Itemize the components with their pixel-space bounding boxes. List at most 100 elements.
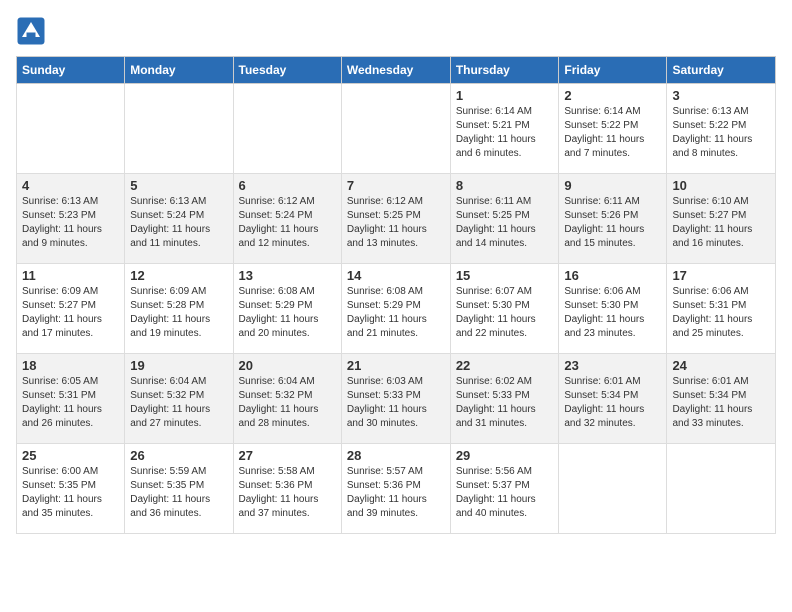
day-number: 20 [239,358,336,373]
day-number: 13 [239,268,336,283]
page-header [16,16,776,46]
day-header-sunday: Sunday [17,57,125,84]
day-number: 17 [672,268,770,283]
calendar-cell: 28 Sunrise: 5:57 AMSunset: 5:36 PMDayligh… [341,444,450,534]
calendar-cell: 19 Sunrise: 6:04 AMSunset: 5:32 PMDayligh… [125,354,233,444]
day-number: 2 [564,88,661,103]
day-number: 28 [347,448,445,463]
calendar-body: 1Sunrise: 6:14 AMSunset: 5:21 PMDaylight… [17,84,776,534]
day-number: 29 [456,448,554,463]
week-row-5: 25 Sunrise: 6:00 AMSunset: 5:35 PMDayligh… [17,444,776,534]
day-info: Sunrise: 6:05 AMSunset: 5:31 PMDaylight:… [22,375,119,431]
day-info: Sunrise: 6:11 AMSunset: 5:26 PMDaylight:… [564,195,661,251]
day-header-monday: Monday [125,57,233,84]
calendar-cell: 2 Sunrise: 6:14 AMSunset: 5:22 PMDaylight… [559,84,667,174]
day-number: 19 [130,358,227,373]
day-number: 7 [347,178,445,193]
calendar-cell: 8 Sunrise: 6:11 AMSunset: 5:25 PMDaylight… [450,174,559,264]
day-number: 12 [130,268,227,283]
day-number: 11 [22,268,119,283]
day-info: Sunrise: 6:13 AMSunset: 5:23 PMDaylight:… [22,195,119,251]
day-header-thursday: Thursday [450,57,559,84]
calendar-cell: 7 Sunrise: 6:12 AMSunset: 5:25 PMDaylight… [341,174,450,264]
day-number: 9 [564,178,661,193]
calendar-cell: 1Sunrise: 6:14 AMSunset: 5:21 PMDaylight… [450,84,559,174]
calendar-cell: 20 Sunrise: 6:04 AMSunset: 5:32 PMDayligh… [233,354,341,444]
day-info: Sunrise: 6:01 AMSunset: 5:34 PMDaylight:… [672,375,770,431]
day-number: 26 [130,448,227,463]
calendar-cell [667,444,776,534]
day-info: Sunrise: 6:14 AMSunset: 5:21 PMDaylight:… [456,105,554,161]
calendar-cell: 22 Sunrise: 6:02 AMSunset: 5:33 PMDayligh… [450,354,559,444]
day-info: Sunrise: 6:13 AMSunset: 5:22 PMDaylight:… [672,105,770,161]
calendar-header: SundayMondayTuesdayWednesdayThursdayFrid… [17,57,776,84]
day-number: 21 [347,358,445,373]
calendar-cell: 12 Sunrise: 6:09 AMSunset: 5:28 PMDayligh… [125,264,233,354]
day-info: Sunrise: 6:08 AMSunset: 5:29 PMDaylight:… [347,285,445,341]
day-info: Sunrise: 6:01 AMSunset: 5:34 PMDaylight:… [564,375,661,431]
calendar-cell: 5 Sunrise: 6:13 AMSunset: 5:24 PMDaylight… [125,174,233,264]
day-info: Sunrise: 6:12 AMSunset: 5:25 PMDaylight:… [347,195,445,251]
day-number: 6 [239,178,336,193]
calendar-cell: 26 Sunrise: 5:59 AMSunset: 5:35 PMDayligh… [125,444,233,534]
day-number: 4 [22,178,119,193]
calendar-cell: 13 Sunrise: 6:08 AMSunset: 5:29 PMDayligh… [233,264,341,354]
calendar-cell [341,84,450,174]
day-number: 14 [347,268,445,283]
calendar-cell: 17 Sunrise: 6:06 AMSunset: 5:31 PMDayligh… [667,264,776,354]
calendar-cell [559,444,667,534]
day-info: Sunrise: 6:14 AMSunset: 5:22 PMDaylight:… [564,105,661,161]
calendar-cell: 11 Sunrise: 6:09 AMSunset: 5:27 PMDayligh… [17,264,125,354]
day-info: Sunrise: 6:11 AMSunset: 5:25 PMDaylight:… [456,195,554,251]
day-number: 25 [22,448,119,463]
day-number: 5 [130,178,227,193]
day-info: Sunrise: 5:58 AMSunset: 5:36 PMDaylight:… [239,465,336,521]
day-info: Sunrise: 6:12 AMSunset: 5:24 PMDaylight:… [239,195,336,251]
calendar-cell [233,84,341,174]
calendar-cell: 21 Sunrise: 6:03 AMSunset: 5:33 PMDayligh… [341,354,450,444]
day-info: Sunrise: 6:07 AMSunset: 5:30 PMDaylight:… [456,285,554,341]
header-row: SundayMondayTuesdayWednesdayThursdayFrid… [17,57,776,84]
day-info: Sunrise: 6:03 AMSunset: 5:33 PMDaylight:… [347,375,445,431]
calendar-cell: 18Sunrise: 6:05 AMSunset: 5:31 PMDayligh… [17,354,125,444]
day-number: 8 [456,178,554,193]
calendar-cell: 15Sunrise: 6:07 AMSunset: 5:30 PMDayligh… [450,264,559,354]
calendar-cell: 23 Sunrise: 6:01 AMSunset: 5:34 PMDayligh… [559,354,667,444]
day-number: 22 [456,358,554,373]
day-info: Sunrise: 6:02 AMSunset: 5:33 PMDaylight:… [456,375,554,431]
calendar-cell: 25 Sunrise: 6:00 AMSunset: 5:35 PMDayligh… [17,444,125,534]
day-info: Sunrise: 6:09 AMSunset: 5:28 PMDaylight:… [130,285,227,341]
calendar-cell: 29 Sunrise: 5:56 AMSunset: 5:37 PMDayligh… [450,444,559,534]
calendar-cell: 10Sunrise: 6:10 AMSunset: 5:27 PMDayligh… [667,174,776,264]
day-info: Sunrise: 6:13 AMSunset: 5:24 PMDaylight:… [130,195,227,251]
week-row-3: 11 Sunrise: 6:09 AMSunset: 5:27 PMDayligh… [17,264,776,354]
day-info: Sunrise: 6:04 AMSunset: 5:32 PMDaylight:… [130,375,227,431]
calendar-cell: 3 Sunrise: 6:13 AMSunset: 5:22 PMDaylight… [667,84,776,174]
calendar-cell [125,84,233,174]
day-number: 3 [672,88,770,103]
calendar-cell: 16Sunrise: 6:06 AMSunset: 5:30 PMDayligh… [559,264,667,354]
day-header-saturday: Saturday [667,57,776,84]
calendar-table: SundayMondayTuesdayWednesdayThursdayFrid… [16,56,776,534]
day-number: 16 [564,268,661,283]
day-info: Sunrise: 6:04 AMSunset: 5:32 PMDaylight:… [239,375,336,431]
calendar-cell: 6 Sunrise: 6:12 AMSunset: 5:24 PMDaylight… [233,174,341,264]
calendar-cell: 27Sunrise: 5:58 AMSunset: 5:36 PMDayligh… [233,444,341,534]
calendar-cell [17,84,125,174]
day-info: Sunrise: 5:57 AMSunset: 5:36 PMDaylight:… [347,465,445,521]
week-row-4: 18Sunrise: 6:05 AMSunset: 5:31 PMDayligh… [17,354,776,444]
day-header-friday: Friday [559,57,667,84]
day-number: 23 [564,358,661,373]
day-info: Sunrise: 6:09 AMSunset: 5:27 PMDaylight:… [22,285,119,341]
calendar-cell: 24 Sunrise: 6:01 AMSunset: 5:34 PMDayligh… [667,354,776,444]
day-info: Sunrise: 6:08 AMSunset: 5:29 PMDaylight:… [239,285,336,341]
day-info: Sunrise: 6:06 AMSunset: 5:31 PMDaylight:… [672,285,770,341]
calendar-cell: 9 Sunrise: 6:11 AMSunset: 5:26 PMDaylight… [559,174,667,264]
logo-icon [16,16,46,46]
week-row-1: 1Sunrise: 6:14 AMSunset: 5:21 PMDaylight… [17,84,776,174]
day-header-tuesday: Tuesday [233,57,341,84]
day-info: Sunrise: 6:00 AMSunset: 5:35 PMDaylight:… [22,465,119,521]
day-number: 24 [672,358,770,373]
day-info: Sunrise: 5:56 AMSunset: 5:37 PMDaylight:… [456,465,554,521]
day-info: Sunrise: 5:59 AMSunset: 5:35 PMDaylight:… [130,465,227,521]
